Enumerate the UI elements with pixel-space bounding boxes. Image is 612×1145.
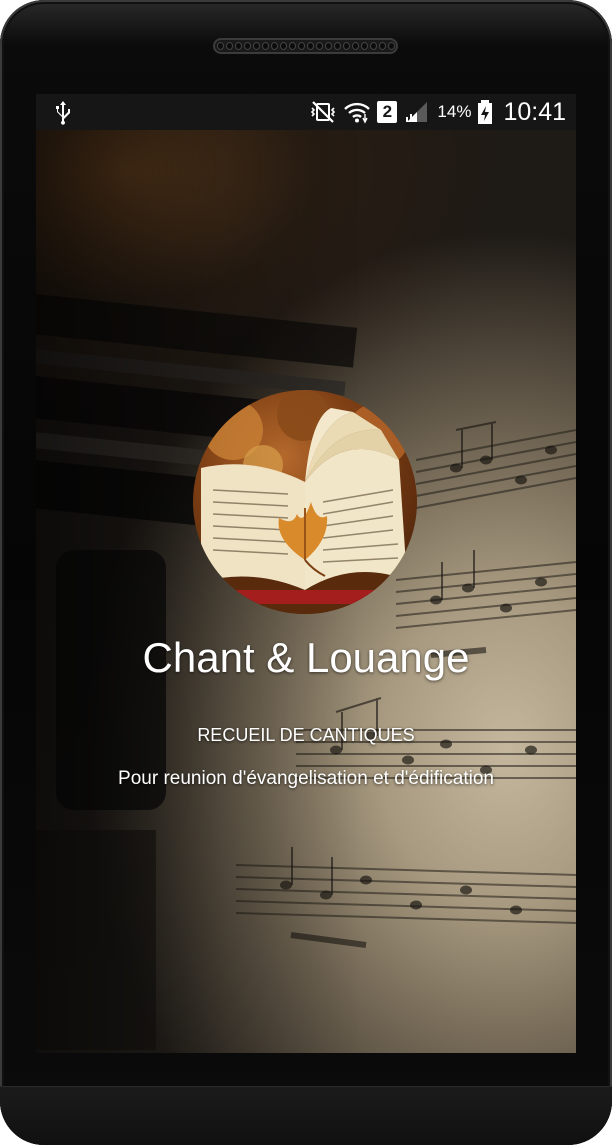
open-book-leaf-icon: [193, 390, 417, 614]
speaker-grille: [213, 38, 398, 54]
vibrate-off-icon: [311, 101, 336, 123]
wifi-icon: [344, 102, 371, 124]
app-title: Chant & Louange: [142, 634, 470, 681]
app-tagline: Pour reunion d'évangelisation et d'édifi…: [118, 768, 494, 789]
app-subtitle: RECUEIL DE CANTIQUES: [197, 725, 415, 745]
sim-2-icon: 2: [377, 101, 398, 123]
status-clock: 10:41: [503, 97, 566, 126]
screen: 2 14% 10:41 Chant & Louange RECUEIL DE C…: [36, 94, 576, 1053]
usb-icon: [56, 101, 70, 125]
battery-charging-icon: [478, 100, 493, 124]
signal-icon: [406, 102, 428, 122]
phone-frame: 2 14% 10:41 Chant & Louange RECUEIL DE C…: [0, 0, 612, 1145]
status-bar: 2 14% 10:41: [36, 94, 576, 130]
battery-percent: 14%: [437, 102, 472, 121]
bottom-bezel: [0, 1086, 612, 1145]
